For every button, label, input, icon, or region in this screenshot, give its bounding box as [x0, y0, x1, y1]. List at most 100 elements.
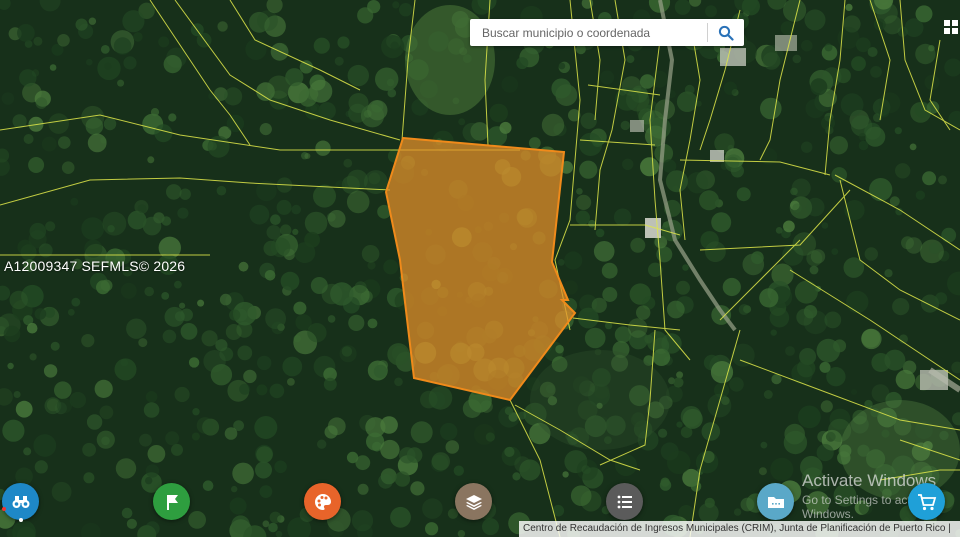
tree-canopy	[293, 335, 301, 343]
tree-canopy	[237, 345, 253, 361]
tree-canopy	[81, 334, 95, 348]
cart-icon	[917, 493, 936, 510]
explore-button[interactable]	[2, 483, 39, 520]
tree-canopy	[123, 56, 137, 70]
tree-canopy	[588, 219, 596, 228]
tree-canopy	[941, 227, 957, 243]
search-input[interactable]	[470, 20, 707, 45]
tree-canopy	[562, 471, 569, 478]
tree-canopy	[458, 118, 466, 126]
tree-canopy	[269, 511, 282, 524]
tree-canopy	[699, 190, 719, 211]
tree-canopy	[831, 248, 839, 256]
tree-canopy	[50, 341, 60, 351]
tree-canopy	[783, 430, 808, 455]
tree-canopy	[139, 433, 152, 447]
tree-canopy	[579, 132, 603, 156]
tree-canopy	[721, 396, 730, 406]
tree-canopy	[528, 137, 541, 149]
tree-canopy	[387, 88, 397, 98]
tree-canopy	[115, 458, 137, 479]
tree-canopy	[803, 305, 818, 319]
tree-canopy	[168, 113, 177, 122]
tree-canopy	[257, 355, 272, 371]
tree-canopy	[145, 391, 158, 403]
tree-canopy	[666, 300, 685, 319]
tree-canopy	[345, 110, 352, 118]
tree-canopy	[821, 116, 835, 131]
tree-canopy	[501, 76, 519, 93]
tree-canopy	[791, 178, 811, 198]
tree-canopy	[410, 481, 425, 496]
tree-canopy	[512, 472, 521, 481]
tree-canopy	[577, 307, 599, 329]
files-button[interactable]	[757, 483, 794, 520]
tree-canopy	[122, 10, 145, 33]
layers-button[interactable]	[455, 483, 492, 520]
tree-canopy	[245, 38, 267, 61]
tree-canopy	[255, 444, 274, 463]
search-box	[470, 19, 744, 46]
tree-canopy	[71, 297, 81, 307]
tree-canopy	[196, 417, 214, 434]
tree-canopy	[99, 405, 114, 420]
tree-canopy	[829, 136, 848, 155]
tree-canopy	[291, 204, 302, 215]
cart-button[interactable]	[908, 483, 945, 520]
grid-icon	[944, 20, 958, 34]
tree-canopy	[229, 309, 241, 321]
tree-canopy	[282, 356, 303, 377]
tree-canopy	[627, 318, 648, 338]
tree-canopy	[845, 3, 853, 11]
tree-canopy	[264, 270, 276, 281]
tree-canopy	[34, 460, 48, 474]
tree-canopy	[197, 299, 205, 307]
tree-canopy	[935, 292, 948, 305]
tree-canopy	[630, 237, 646, 253]
tree-canopy	[895, 163, 911, 179]
tree-canopy	[804, 9, 826, 31]
tree-canopy	[770, 457, 794, 481]
tree-canopy	[266, 225, 281, 240]
tree-canopy	[280, 271, 300, 291]
tree-canopy	[659, 479, 672, 491]
legend-button[interactable]	[606, 483, 643, 520]
tree-canopy	[519, 459, 541, 481]
tree-canopy	[70, 197, 79, 206]
tree-canopy	[86, 414, 103, 430]
tree-canopy	[174, 386, 190, 403]
tree-canopy	[174, 280, 182, 289]
tree-canopy	[41, 136, 57, 152]
tree-canopy	[541, 113, 565, 137]
tree-canopy	[738, 304, 750, 315]
tree-canopy	[373, 364, 388, 379]
tree-canopy	[722, 277, 741, 297]
tree-canopy	[819, 361, 831, 373]
tree-canopy	[162, 329, 177, 344]
tree-canopy	[570, 485, 592, 507]
tree-canopy	[164, 306, 185, 327]
tree-canopy	[86, 58, 93, 66]
tree-canopy	[217, 21, 228, 32]
tree-canopy	[154, 124, 173, 143]
apps-grid-button[interactable]	[944, 20, 960, 36]
search-button[interactable]	[708, 19, 744, 46]
tree-canopy	[368, 172, 381, 185]
tree-canopy	[870, 66, 882, 78]
tree-canopy	[315, 140, 331, 156]
theme-button[interactable]	[304, 483, 341, 520]
tree-canopy	[593, 241, 615, 262]
tree-canopy	[909, 143, 917, 151]
tree-canopy	[239, 383, 251, 395]
tree-canopy	[367, 318, 378, 329]
tree-canopy	[516, 57, 529, 70]
tree-canopy	[576, 194, 592, 210]
list-icon	[617, 495, 632, 508]
tree-canopy	[133, 32, 143, 42]
tree-canopy	[23, 447, 32, 456]
tree-canopy	[147, 156, 155, 164]
tree-canopy	[35, 97, 48, 109]
flag-button[interactable]	[153, 483, 190, 520]
tree-canopy	[798, 405, 821, 429]
tree-canopy	[51, 481, 72, 502]
